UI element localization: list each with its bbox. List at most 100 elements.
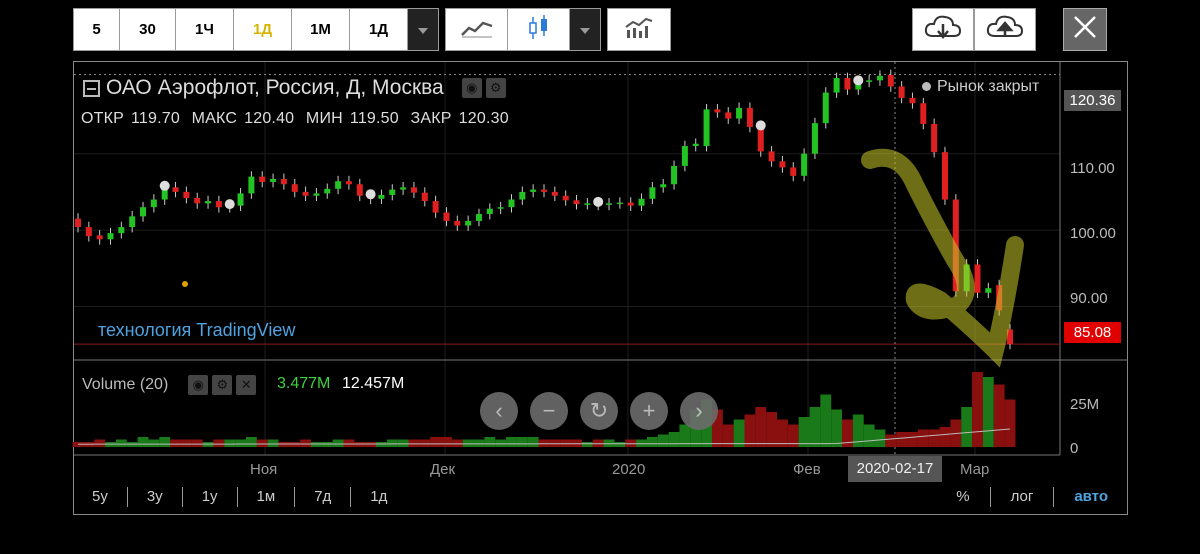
reset-button[interactable]: ↻ (580, 392, 618, 430)
volume-value: 3.477M (277, 375, 331, 392)
y-tick-90: 90.00 (1070, 290, 1108, 307)
percent-scale-button[interactable]: % (936, 487, 989, 507)
gear-icon[interactable]: ⚙ (212, 375, 233, 395)
candle (887, 74, 894, 87)
candle (627, 202, 634, 206)
event-marker (593, 196, 604, 207)
candle (822, 92, 829, 124)
x-label-nov: Ноя (250, 461, 278, 478)
candle (497, 207, 504, 209)
symbol-header: ОАО Аэрофлот, Россия, Д, Москва ◉ ⚙ (83, 76, 506, 100)
candle (736, 107, 743, 119)
candle (584, 203, 591, 205)
candle (692, 143, 699, 147)
candle (703, 109, 710, 147)
range-7d[interactable]: 7д (295, 487, 352, 507)
high-label: МАКС (191, 110, 238, 127)
candle (248, 176, 255, 194)
chevron-right-icon: › (695, 398, 703, 423)
volume-bar (506, 437, 517, 447)
candle (801, 153, 808, 176)
refresh-icon: ↻ (589, 398, 609, 423)
candle (270, 178, 277, 182)
volume-bar (646, 437, 658, 447)
candle (183, 191, 190, 199)
market-status: Рынок закрыт (922, 78, 1039, 96)
volume-bar (170, 439, 181, 447)
candle (129, 216, 136, 228)
volume-bar (549, 439, 561, 447)
volume-bar (441, 437, 452, 447)
scroll-right-button[interactable]: › (680, 392, 718, 430)
eye-icon[interactable]: ◉ (461, 78, 482, 98)
volume-bar (213, 439, 225, 447)
candle (345, 181, 352, 185)
volume-bar (137, 437, 149, 447)
volume-bar (885, 434, 897, 447)
candle (714, 109, 721, 113)
volume-bar (376, 442, 387, 447)
volume-bar (614, 442, 626, 447)
range-1d[interactable]: 1д (351, 487, 406, 507)
candle (356, 184, 363, 196)
candle (790, 167, 797, 176)
candle (649, 187, 656, 199)
candle (150, 199, 157, 208)
volume-bar (451, 439, 463, 447)
candle (985, 288, 992, 293)
scroll-left-button[interactable]: ‹ (480, 392, 518, 430)
x-label-2020: 2020 (612, 461, 646, 478)
volume-bar (982, 377, 994, 447)
volume-bar (592, 439, 604, 447)
scale-options: % лог авто (936, 487, 1128, 507)
candle (118, 227, 125, 234)
x-label-feb: Фев (793, 461, 821, 478)
auto-scale-button[interactable]: авто (1053, 487, 1128, 507)
x-label-mar: Мар (960, 461, 990, 478)
plus-icon: + (642, 398, 656, 423)
candle (681, 146, 688, 166)
volume-bar (581, 442, 593, 447)
zoom-out-button[interactable]: − (530, 392, 568, 430)
crosshair-date-tag: 2020-02-17 (848, 456, 942, 482)
candle (757, 126, 764, 152)
volume-bar (896, 432, 908, 447)
range-5y[interactable]: 5у (73, 487, 128, 507)
event-marker (224, 199, 235, 210)
range-1m[interactable]: 1м (238, 487, 296, 507)
candle (486, 208, 493, 215)
volume-bar (972, 372, 983, 447)
gear-icon[interactable]: ⚙ (485, 78, 506, 98)
close-icon[interactable]: ✕ (236, 375, 257, 395)
candle (324, 188, 331, 194)
volume-title: Volume (20) (82, 376, 169, 393)
volume-bar (538, 439, 550, 447)
candle (725, 112, 732, 119)
candle (378, 194, 385, 199)
volume-bar (419, 439, 431, 447)
log-scale-button[interactable]: лог (989, 487, 1054, 507)
collapse-icon[interactable] (83, 79, 100, 97)
volume-bar (755, 407, 767, 447)
zoom-in-button[interactable]: + (630, 392, 668, 430)
candle (291, 184, 298, 192)
candle (551, 191, 558, 196)
candle (768, 151, 775, 162)
last-price-tag: 85.08 (1064, 322, 1121, 343)
candle (259, 176, 266, 182)
volume-bar (657, 434, 669, 447)
volume-bar (473, 439, 485, 447)
crosshair-price-tag: 120.36 (1064, 90, 1121, 111)
candle (941, 152, 948, 200)
eye-icon[interactable]: ◉ (188, 375, 209, 395)
volume-bar (180, 439, 192, 447)
volume-bar (733, 419, 745, 447)
volume-bar (224, 439, 236, 447)
range-1y[interactable]: 1у (183, 487, 238, 507)
volume-bar (874, 429, 886, 447)
candle (335, 181, 342, 189)
volume-bar (235, 439, 246, 447)
candle (638, 198, 645, 206)
candle (898, 86, 905, 98)
range-3y[interactable]: 3у (128, 487, 183, 507)
